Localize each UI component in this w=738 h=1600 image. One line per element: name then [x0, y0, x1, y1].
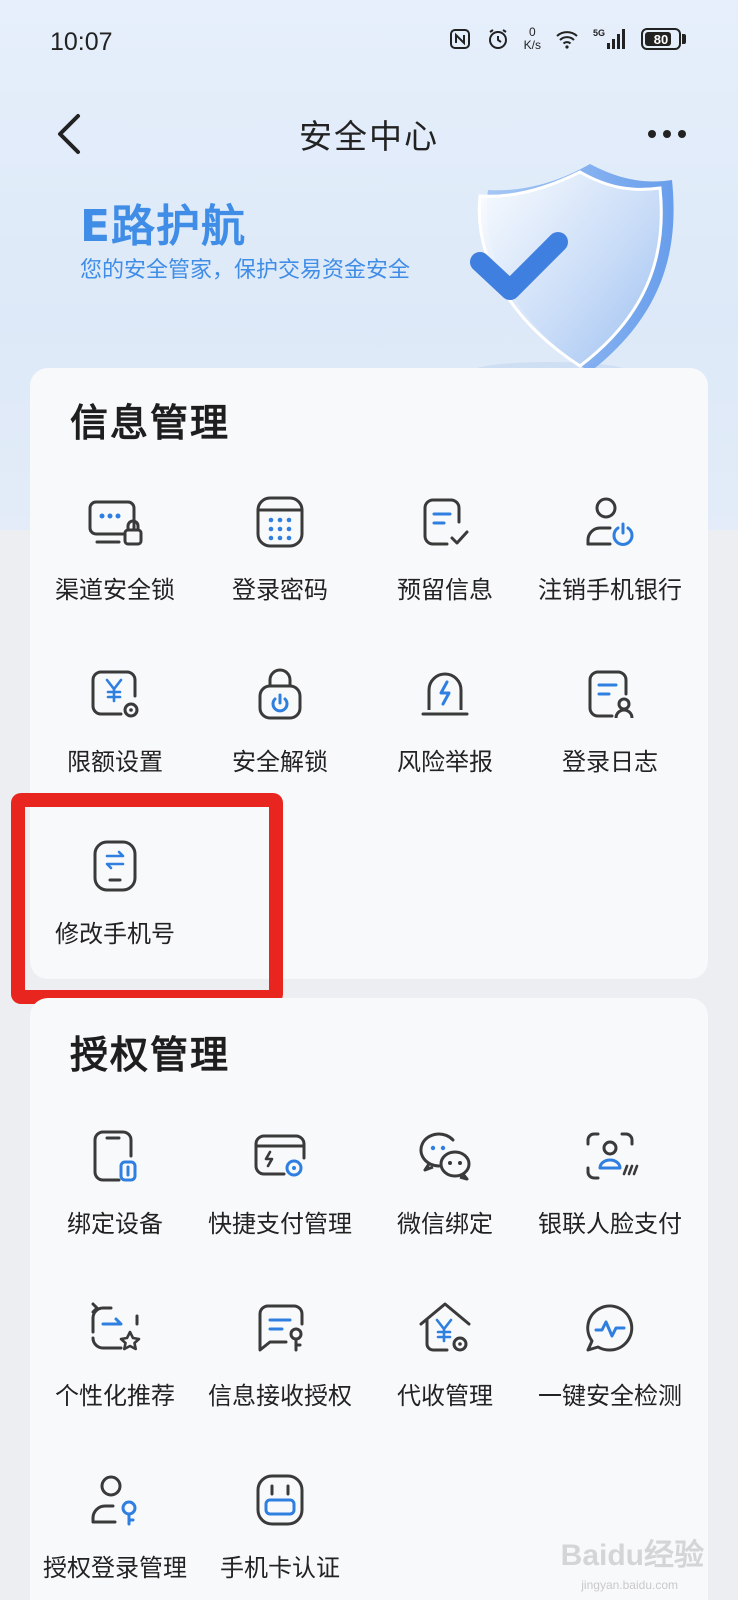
network-speed: 0 K/s	[524, 26, 541, 52]
item-label: 信息接收授权	[208, 1382, 352, 1410]
info-section-title: 信息管理	[70, 401, 231, 445]
limit-setting-icon	[91, 670, 139, 718]
item-label: 快捷支付管理	[208, 1210, 352, 1238]
alarm-icon	[421, 672, 469, 716]
speed-unit: K/s	[523, 38, 541, 52]
item-quick-pay[interactable]: 快捷支付管理	[195, 1102, 365, 1272]
battery-level: 80	[653, 31, 669, 47]
item-label: 注销手机银行	[538, 576, 682, 604]
more-icon[interactable]	[644, 114, 690, 154]
keypad-icon	[256, 496, 304, 548]
wifi-icon	[556, 31, 578, 49]
item-bind-device[interactable]: 绑定设备	[30, 1102, 200, 1272]
battery-indicator: 80	[641, 28, 681, 50]
unlock-icon	[258, 668, 302, 720]
status-icons: 0 K/s 5G 80	[448, 26, 686, 52]
auth-login-icon	[91, 1475, 137, 1526]
phone-change-icon	[93, 840, 137, 892]
recommend-icon	[91, 1302, 141, 1351]
item-label: 渠道安全锁	[55, 576, 175, 604]
network-type: 5G	[593, 28, 605, 38]
item-limit-setting[interactable]: 限额设置	[30, 640, 200, 810]
collection-icon	[419, 1302, 471, 1352]
info-management-card: 信息管理 渠道安全锁 登录密码 预留信息 注销手机银行 限额设置 安全解锁 风险…	[30, 368, 708, 979]
item-collection[interactable]: 代收管理	[360, 1274, 530, 1444]
auth-management-card: 授权管理 绑定设备 快捷支付管理 微信绑定 银联人脸支付 个性化推荐 信息接收授…	[30, 998, 708, 1600]
item-risk-report[interactable]: 风险举报	[360, 640, 530, 810]
item-label: 风险举报	[397, 748, 493, 776]
item-reserved-info[interactable]: 预留信息	[360, 468, 530, 638]
item-message-auth[interactable]: 信息接收授权	[195, 1274, 365, 1444]
item-sim-card[interactable]: 手机卡认证	[195, 1446, 365, 1600]
item-label: 银联人脸支付	[538, 1210, 682, 1238]
hero-subtitle: 您的安全管家，保护交易资金安全	[80, 258, 411, 283]
item-label: 修改手机号	[55, 920, 175, 948]
item-security-check[interactable]: 一键安全检测	[525, 1274, 695, 1444]
item-change-phone[interactable]: 修改手机号	[30, 812, 200, 982]
item-label: 限额设置	[67, 748, 163, 776]
item-label: 登录密码	[232, 576, 328, 604]
message-auth-icon	[258, 1304, 304, 1352]
item-label: 授权登录管理	[43, 1554, 187, 1582]
reserved-info-icon	[423, 498, 469, 546]
quick-pay-icon	[254, 1134, 306, 1177]
alarm-clock-icon	[488, 29, 507, 49]
face-pay-icon	[586, 1132, 639, 1180]
item-label: 代收管理	[397, 1382, 493, 1410]
item-label: 预留信息	[397, 576, 493, 604]
battery-cap	[682, 34, 686, 44]
back-icon[interactable]	[48, 106, 98, 162]
item-label: 一键安全检测	[538, 1382, 682, 1410]
shield-check-icon	[470, 164, 674, 382]
item-login-log[interactable]: 登录日志	[525, 640, 695, 810]
wechat-icon	[419, 1132, 471, 1181]
item-label: 微信绑定	[397, 1210, 493, 1238]
status-bar: 10:07 0 K/s 5G 80	[0, 0, 738, 84]
security-check-icon	[586, 1304, 634, 1352]
item-label: 登录日志	[562, 748, 658, 776]
item-recommend[interactable]: 个性化推荐	[30, 1274, 200, 1444]
channel-lock-icon	[88, 500, 143, 546]
item-label: 个性化推荐	[55, 1382, 175, 1410]
cellular-signal-icon: 5G	[593, 28, 625, 49]
login-log-icon	[588, 670, 634, 719]
item-deregister[interactable]: 注销手机银行	[525, 468, 695, 638]
item-label: 手机卡认证	[220, 1554, 340, 1582]
item-security-unlock[interactable]: 安全解锁	[195, 640, 365, 810]
watermark-logo: Baidu经验	[560, 1539, 704, 1572]
item-wechat-bind[interactable]: 微信绑定	[360, 1102, 530, 1272]
item-label: 绑定设备	[67, 1210, 163, 1238]
sim-card-icon	[256, 1474, 304, 1526]
auth-section-title: 授权管理	[70, 1033, 231, 1077]
watermark-url: jingyan.baidu.com	[581, 1578, 678, 1592]
page-title: 安全中心	[299, 117, 439, 156]
item-auth-login[interactable]: 授权登录管理	[30, 1446, 200, 1600]
item-label: 安全解锁	[232, 748, 328, 776]
user-power-icon	[586, 497, 634, 546]
item-channel-lock[interactable]: 渠道安全锁	[30, 468, 200, 638]
item-login-password[interactable]: 登录密码	[195, 468, 365, 638]
bind-device-icon	[93, 1130, 137, 1182]
status-time: 10:07	[50, 27, 113, 56]
item-face-pay[interactable]: 银联人脸支付	[525, 1102, 695, 1272]
hero-title: E路护航	[80, 201, 247, 252]
nfc-icon	[449, 29, 470, 49]
